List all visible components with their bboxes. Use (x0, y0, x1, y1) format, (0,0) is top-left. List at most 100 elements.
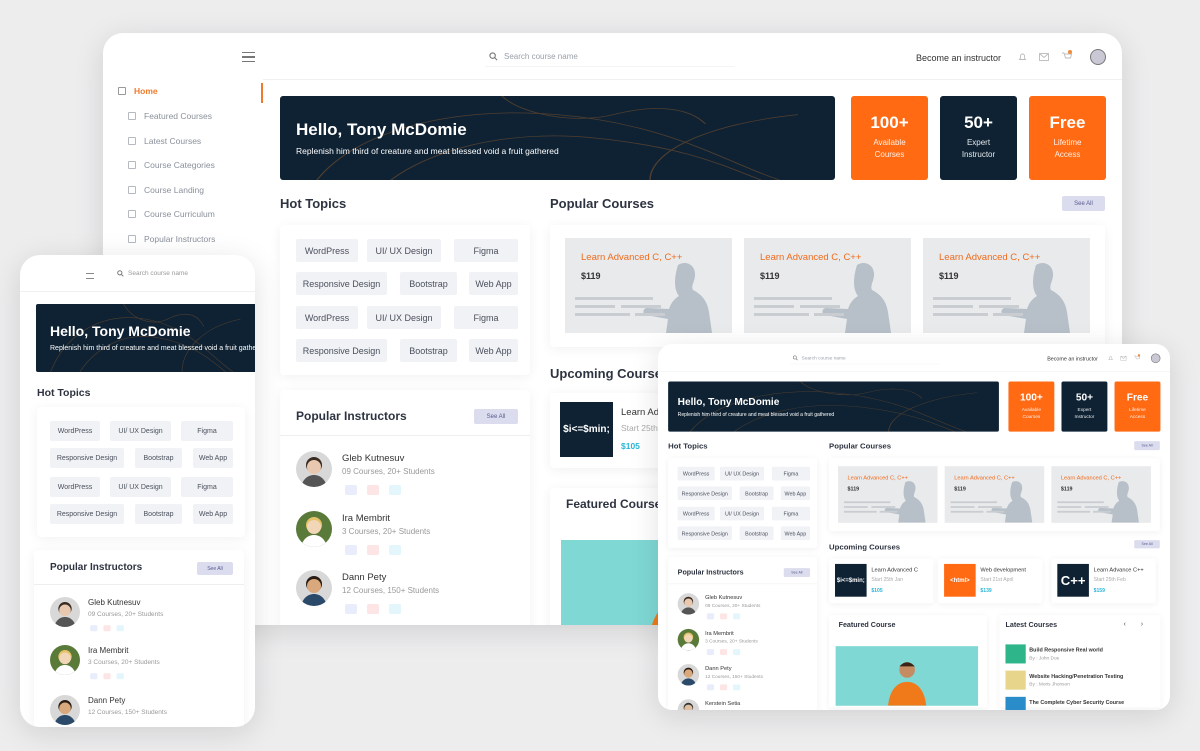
topic-tag[interactable]: WordPress (677, 506, 715, 521)
become-instructor-link[interactable]: Become an instructor (1047, 356, 1098, 362)
sidebar-item[interactable]: Featured Courses (128, 111, 212, 121)
topic-tag[interactable]: Responsive Design (677, 526, 732, 541)
topic-tag[interactable]: Web App (780, 526, 810, 541)
topic-tag[interactable]: Bootstrap (400, 272, 457, 295)
topic-tag[interactable]: Web App (780, 486, 810, 501)
instructors-see-all-button[interactable]: See All (197, 562, 233, 575)
topic-tag[interactable]: UI/ UX Design (110, 477, 171, 497)
instructor-name[interactable]: Dann Pety (342, 572, 386, 583)
topic-tag[interactable]: WordPress (50, 421, 100, 441)
topic-tag[interactable]: UI/ UX Design (719, 466, 765, 481)
topic-tag[interactable]: Figma (181, 477, 233, 497)
topic-tag[interactable]: Web App (469, 339, 518, 362)
topic-tag[interactable]: Figma (454, 239, 518, 262)
mail-icon[interactable] (1120, 355, 1127, 361)
topic-tag[interactable]: Web App (469, 272, 518, 295)
topic-tag[interactable]: Bootstrap (135, 448, 182, 468)
user-avatar[interactable] (1150, 353, 1161, 364)
topic-tag[interactable]: Bootstrap (739, 526, 774, 541)
topic-tag[interactable]: Responsive Design (296, 272, 387, 295)
sidebar-item[interactable]: Course Curriculum (128, 209, 215, 219)
topic-tag[interactable]: Responsive Design (296, 339, 387, 362)
mail-icon[interactable] (1039, 53, 1049, 61)
topic-tag[interactable]: Bootstrap (135, 504, 182, 524)
sidebar-item[interactable]: Course Landing (128, 185, 204, 195)
search-input[interactable]: Search course name (485, 47, 735, 67)
search-input[interactable]: Search course name (117, 270, 188, 277)
upcoming-see-all-button[interactable]: See All (1134, 540, 1160, 549)
course-card[interactable]: Learn Advanced C, C++ $119 (565, 238, 732, 333)
topic-tag[interactable]: Web App (193, 504, 233, 524)
topic-tag[interactable]: Figma (181, 421, 233, 441)
topic-tag[interactable]: Web App (193, 448, 233, 468)
social-link-icon[interactable] (367, 485, 379, 495)
hamburger-menu-icon[interactable] (86, 273, 94, 279)
social-link-icon[interactable] (389, 545, 401, 555)
topic-tag[interactable]: Bootstrap (739, 486, 774, 501)
bell-icon[interactable] (1108, 355, 1113, 361)
social-link-icon[interactable] (389, 604, 401, 614)
social-link-icon[interactable] (389, 485, 401, 495)
topic-tag[interactable]: UI/ UX Design (367, 239, 441, 262)
search-input[interactable]: Search course name (790, 352, 940, 365)
sidebar-item[interactable]: Home (118, 86, 158, 96)
latest-course-title[interactable]: Website Hacking/Penetration Testing (1029, 673, 1123, 679)
social-link-icon[interactable] (90, 672, 98, 679)
sidebar-item[interactable]: Popular Instructors (128, 234, 215, 244)
course-card[interactable]: Learn Advanced C, C++ $119 (1051, 466, 1151, 523)
hamburger-menu-icon[interactable] (242, 52, 255, 62)
sidebar-item[interactable]: Latest Courses (128, 136, 201, 146)
topic-tag[interactable]: WordPress (296, 239, 358, 262)
instructor-name[interactable]: Ira Membrit (88, 646, 128, 655)
social-link-icon[interactable] (367, 604, 379, 614)
topic-tag[interactable]: Figma (771, 466, 810, 481)
topic-tag[interactable]: Figma (454, 306, 518, 329)
become-instructor-link[interactable]: Become an instructor (916, 53, 1001, 63)
social-link-icon[interactable] (706, 649, 715, 656)
topic-tag[interactable]: WordPress (677, 466, 715, 481)
social-link-icon[interactable] (116, 672, 124, 679)
social-link-icon[interactable] (367, 545, 379, 555)
social-link-icon[interactable] (733, 613, 741, 620)
topic-tag[interactable]: Bootstrap (400, 339, 457, 362)
social-link-icon[interactable] (345, 545, 357, 555)
social-link-icon[interactable] (706, 613, 715, 620)
course-card[interactable]: Learn Advanced C, C++ $119 (744, 238, 911, 333)
topic-tag[interactable]: UI/ UX Design (367, 306, 441, 329)
course-card[interactable]: Learn Advanced C, C++ $119 (923, 238, 1090, 333)
topic-tag[interactable]: UI/ UX Design (110, 421, 171, 441)
featured-course-image[interactable] (835, 646, 979, 706)
instructor-name[interactable]: Kerstein Setia (705, 700, 740, 707)
social-link-icon[interactable] (345, 485, 357, 495)
social-link-icon[interactable] (719, 684, 728, 691)
next-arrow-icon[interactable]: › (1141, 619, 1143, 627)
topic-tag[interactable]: WordPress (296, 306, 358, 329)
topic-tag[interactable]: Responsive Design (677, 486, 732, 501)
cart-icon[interactable] (1134, 354, 1141, 361)
popular-courses-see-all-button[interactable]: See All (1134, 441, 1160, 451)
social-link-icon[interactable] (719, 649, 728, 656)
instructor-name[interactable]: Ira Membrit (705, 630, 734, 637)
social-link-icon[interactable] (103, 624, 111, 631)
topic-tag[interactable]: Figma (771, 506, 810, 521)
instructors-see-all-button[interactable]: See All (474, 409, 518, 424)
social-link-icon[interactable] (719, 613, 728, 620)
course-card[interactable]: Learn Advanced C, C++ $119 (837, 466, 938, 523)
topic-tag[interactable]: WordPress (50, 477, 100, 497)
topic-tag[interactable]: Responsive Design (50, 448, 124, 468)
social-link-icon[interactable] (103, 672, 111, 679)
instructors-see-all-button[interactable]: See All (783, 568, 810, 578)
instructor-name[interactable]: Dann Pety (88, 696, 125, 705)
social-link-icon[interactable] (733, 649, 741, 656)
latest-course-title[interactable]: Build Responsive Real world (1029, 647, 1103, 653)
social-link-icon[interactable] (90, 624, 98, 631)
user-avatar[interactable] (1090, 49, 1106, 65)
instructor-name[interactable]: Dann Pety (705, 665, 731, 672)
course-card[interactable]: Learn Advanced C, C++ $119 (944, 466, 1045, 523)
social-link-icon[interactable] (733, 684, 741, 691)
previous-arrow-icon[interactable]: ‹ (1123, 619, 1125, 627)
bell-icon[interactable] (1018, 52, 1027, 62)
popular-courses-see-all-button[interactable]: See All (1062, 196, 1105, 211)
sidebar-item[interactable]: Course Categories (128, 160, 215, 170)
social-link-icon[interactable] (116, 624, 124, 631)
